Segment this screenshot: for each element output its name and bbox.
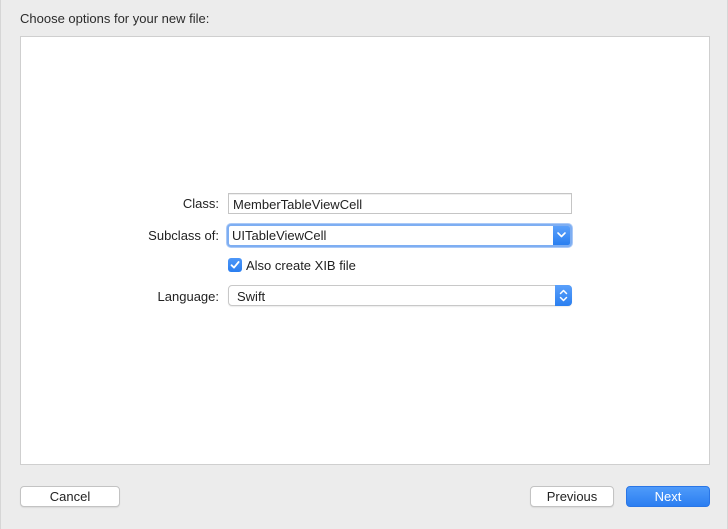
next-button[interactable]: Next (626, 486, 710, 507)
class-label: Class: (182, 196, 219, 211)
sheet-heading: Choose options for your new file: (20, 11, 210, 26)
cancel-button[interactable]: Cancel (20, 486, 120, 507)
subclass-label: Subclass of: (148, 228, 219, 243)
up-down-chevron-icon (559, 289, 568, 302)
create-xib-label[interactable]: Also create XIB file (246, 258, 356, 273)
language-value: Swift (237, 289, 266, 304)
class-name-field[interactable]: MemberTableViewCell (228, 193, 572, 214)
language-popup-arrow[interactable] (555, 285, 572, 306)
language-popup-button[interactable]: Swift (228, 285, 572, 306)
subclass-combo-box[interactable]: UITableViewCell (227, 224, 572, 247)
previous-button[interactable]: Previous (530, 486, 614, 507)
language-label: Language: (157, 289, 219, 304)
subclass-dropdown-button[interactable] (553, 226, 570, 245)
checkmark-icon (230, 261, 240, 269)
options-panel (20, 36, 710, 465)
chevron-down-icon (557, 232, 566, 238)
new-file-options-sheet: Choose options for your new file: Class:… (0, 0, 728, 529)
create-xib-checkbox[interactable] (228, 258, 242, 272)
subclass-value[interactable]: UITableViewCell (232, 228, 326, 243)
